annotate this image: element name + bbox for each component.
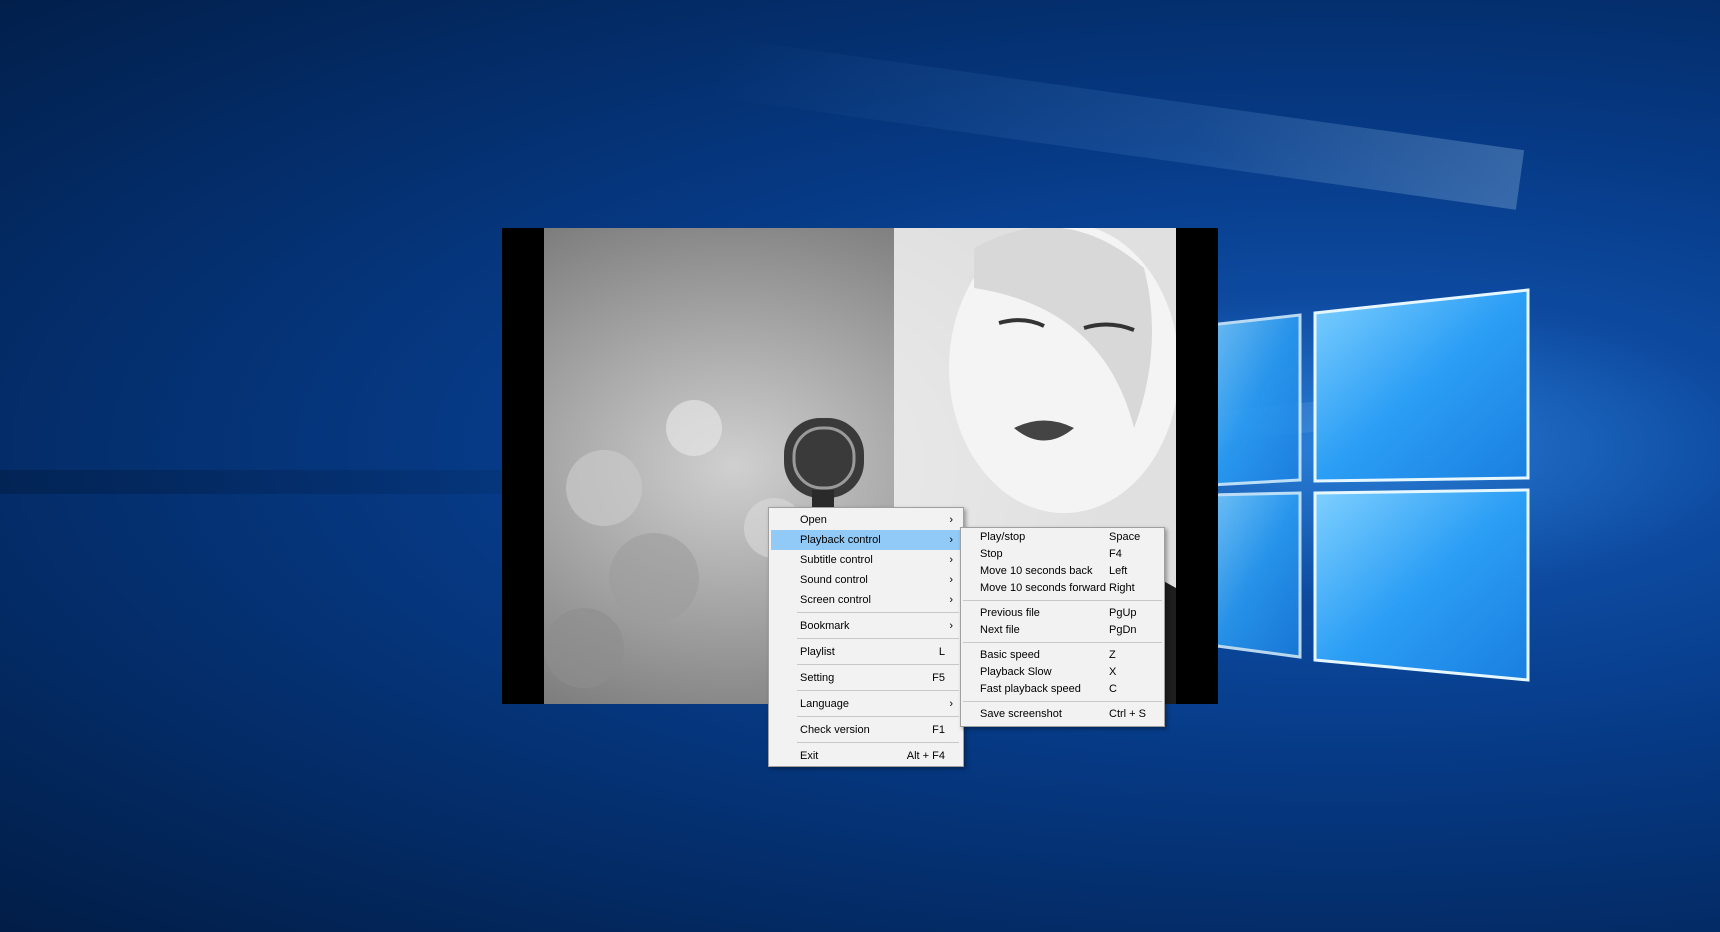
chevron-right-icon: › — [949, 534, 953, 546]
menu-item-shortcut: PgUp — [1109, 607, 1137, 619]
menu-item-language[interactable]: Language › — [771, 694, 961, 714]
menu-item-playback-control[interactable]: Playback control › — [771, 530, 961, 550]
menu-separator — [797, 716, 959, 717]
menu-item-shortcut: Left — [1109, 565, 1128, 577]
submenu-item-stop[interactable]: Stop F4 — [963, 546, 1162, 563]
menu-item-shortcut: F1 — [932, 724, 945, 736]
menu-item-check-version[interactable]: Check version F1 — [771, 720, 961, 740]
chevron-right-icon: › — [949, 574, 953, 586]
menu-item-subtitle-control[interactable]: Subtitle control › — [771, 550, 961, 570]
menu-item-label: Fast playback speed — [980, 683, 1081, 695]
menu-item-setting[interactable]: Setting F5 — [771, 668, 961, 688]
menu-separator — [797, 690, 959, 691]
submenu-item-next-file[interactable]: Next file PgDn — [963, 622, 1162, 639]
menu-item-label: Language — [800, 698, 849, 710]
menu-item-open[interactable]: Open › — [771, 510, 961, 530]
menu-item-playlist[interactable]: Playlist L — [771, 642, 961, 662]
menu-item-shortcut: L — [938, 646, 945, 658]
menu-separator — [797, 742, 959, 743]
playback-control-submenu: Play/stop Space Stop F4 Move 10 seconds … — [960, 527, 1165, 727]
light-beam — [703, 36, 1525, 210]
chevron-right-icon: › — [949, 698, 953, 710]
menu-item-shortcut: X — [1109, 666, 1117, 678]
chevron-right-icon: › — [949, 554, 953, 566]
menu-item-shortcut: C — [1109, 683, 1117, 695]
menu-item-label: Subtitle control — [800, 554, 873, 566]
menu-item-label: Bookmark — [800, 620, 850, 632]
menu-item-shortcut: PgDn — [1109, 624, 1137, 636]
menu-item-label: Exit — [800, 750, 819, 762]
menu-separator — [797, 638, 959, 639]
menu-item-shortcut: Right — [1109, 582, 1135, 594]
menu-item-label: Playback Slow — [980, 666, 1052, 678]
menu-item-label: Basic speed — [980, 649, 1040, 661]
menu-item-bookmark[interactable]: Bookmark › — [771, 616, 961, 636]
menu-item-label: Screen control — [800, 594, 871, 606]
menu-separator — [797, 664, 959, 665]
menu-item-label: Save screenshot — [980, 708, 1062, 720]
menu-item-label: Next file — [980, 624, 1020, 636]
menu-item-shortcut: Space — [1109, 531, 1141, 543]
chevron-right-icon: › — [949, 620, 953, 632]
submenu-item-previous-file[interactable]: Previous file PgUp — [963, 605, 1162, 622]
menu-item-label: Move 10 seconds back — [980, 565, 1093, 577]
menu-item-shortcut: Ctrl + S — [1109, 708, 1146, 720]
menu-item-sound-control[interactable]: Sound control › — [771, 570, 961, 590]
menu-item-label: Check version — [800, 724, 870, 736]
menu-item-exit[interactable]: Exit Alt + F4 — [771, 746, 961, 766]
menu-item-label: Previous file — [980, 607, 1040, 619]
menu-separator — [963, 600, 1162, 601]
submenu-item-move-forward[interactable]: Move 10 seconds forward Right — [963, 580, 1162, 597]
menu-item-shortcut: F5 — [932, 672, 945, 684]
menu-item-label: Playback control — [800, 534, 881, 546]
menu-item-shortcut: F4 — [1109, 548, 1122, 560]
chevron-right-icon: › — [949, 514, 953, 526]
menu-item-screen-control[interactable]: Screen control › — [771, 590, 961, 610]
menu-item-label: Open — [800, 514, 827, 526]
menu-item-label: Move 10 seconds forward — [980, 582, 1106, 594]
desktop-background: Open › Playback control › Subtitle contr… — [0, 0, 1720, 932]
windows-logo-icon — [1208, 288, 1530, 682]
submenu-item-save-screenshot[interactable]: Save screenshot Ctrl + S — [963, 705, 1162, 723]
menu-item-label: Play/stop — [980, 531, 1026, 543]
menu-separator — [963, 642, 1162, 643]
menu-item-label: Sound control — [800, 574, 868, 586]
menu-item-label: Playlist — [800, 646, 835, 658]
context-menu: Open › Playback control › Subtitle contr… — [768, 507, 964, 767]
menu-separator — [797, 612, 959, 613]
submenu-item-play-stop[interactable]: Play/stop Space — [963, 529, 1162, 546]
submenu-item-basic-speed[interactable]: Basic speed Z — [963, 647, 1162, 664]
chevron-right-icon: › — [949, 594, 953, 606]
menu-item-label: Setting — [800, 672, 835, 684]
menu-separator — [963, 701, 1162, 702]
menu-item-shortcut: Z — [1109, 649, 1116, 661]
submenu-item-fast-playback[interactable]: Fast playback speed C — [963, 681, 1162, 698]
menu-item-shortcut: Alt + F4 — [906, 750, 945, 762]
submenu-item-move-back[interactable]: Move 10 seconds back Left — [963, 563, 1162, 580]
menu-item-label: Stop — [980, 548, 1003, 560]
submenu-item-playback-slow[interactable]: Playback Slow X — [963, 664, 1162, 681]
